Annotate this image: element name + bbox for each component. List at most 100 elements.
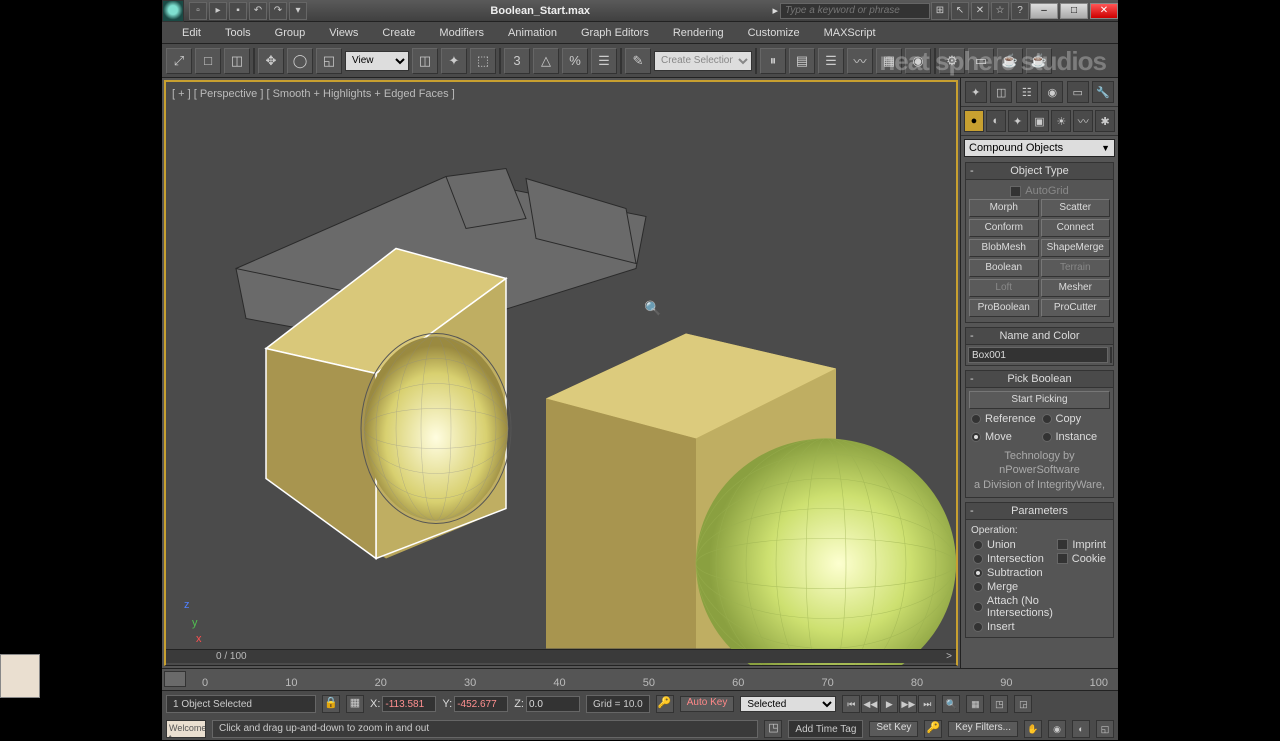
nav-icon-3[interactable]: ◳ — [990, 695, 1008, 713]
btn-blobmesh[interactable]: BlobMesh — [969, 239, 1039, 257]
btn-conform[interactable]: Conform — [969, 219, 1039, 237]
menu-maxscript[interactable]: MAXScript — [812, 27, 888, 39]
manip-icon[interactable]: ✦ — [441, 48, 467, 74]
nav-icon-2[interactable]: ▦ — [966, 695, 984, 713]
nav-pan-icon[interactable]: ✋ — [1024, 720, 1042, 738]
radio-move[interactable] — [971, 432, 981, 442]
curve-icon[interactable]: 〰 — [847, 48, 873, 74]
menu-rendering[interactable]: Rendering — [661, 27, 736, 39]
star-icon[interactable]: ☆ — [991, 2, 1009, 20]
maximize-button[interactable]: □ — [1060, 3, 1088, 19]
object-type-header[interactable]: Object Type — [1010, 165, 1069, 177]
help-icon[interactable]: ⊞ — [931, 2, 949, 20]
lights-icon[interactable]: ✦ — [1008, 110, 1028, 132]
x-input[interactable] — [382, 696, 436, 712]
shapes-icon[interactable]: ◐ — [986, 110, 1006, 132]
undo-icon[interactable]: ↶ — [249, 2, 267, 20]
btn-procutter[interactable]: ProCutter — [1041, 299, 1111, 317]
scale-icon[interactable]: ◱ — [316, 48, 342, 74]
menu-group[interactable]: Group — [263, 27, 318, 39]
menu-grapheditors[interactable]: Graph Editors — [569, 27, 661, 39]
radio-intersection[interactable] — [973, 554, 983, 564]
abs-icon[interactable]: ▦ — [346, 695, 364, 713]
btn-start-picking[interactable]: Start Picking — [969, 391, 1110, 409]
geometry-icon[interactable]: ● — [964, 110, 984, 132]
minimize-button[interactable]: – — [1030, 3, 1058, 19]
open-icon[interactable]: ▸ — [209, 2, 227, 20]
parameters-header[interactable]: Parameters — [1011, 505, 1068, 517]
next-frame-icon[interactable]: ▶▶ — [899, 695, 917, 713]
new-icon[interactable]: ▫ — [189, 2, 207, 20]
z-input[interactable] — [526, 696, 580, 712]
snap-icon[interactable]: 3 — [504, 48, 530, 74]
utilities-tab-icon[interactable]: 🔧 — [1092, 81, 1114, 103]
radio-subtraction[interactable] — [973, 568, 983, 578]
unlink-icon[interactable]: □ — [195, 48, 221, 74]
nav-max-icon[interactable]: ◱ — [1096, 720, 1114, 738]
chk-cookie[interactable] — [1057, 553, 1068, 564]
spacewarps-icon[interactable]: 〰 — [1073, 110, 1093, 132]
close-button[interactable]: ✕ — [1090, 3, 1118, 19]
hammer-icon[interactable]: ✕ — [971, 2, 989, 20]
btn-terrain[interactable]: Terrain — [1041, 259, 1111, 277]
radio-attach[interactable] — [973, 602, 983, 612]
goto-start-icon[interactable]: ⏮ — [842, 695, 860, 713]
helpers-icon[interactable]: ☀ — [1051, 110, 1071, 132]
pivot-icon[interactable]: ◫ — [412, 48, 438, 74]
named-sel-icon[interactable]: ✎ — [625, 48, 651, 74]
viewport[interactable]: [ + ] [ Perspective ] [ Smooth + Highlig… — [164, 80, 958, 666]
btn-shapemerge[interactable]: ShapeMerge — [1041, 239, 1111, 257]
btn-morph[interactable]: Morph — [969, 199, 1039, 217]
goto-end-icon[interactable]: ⏭ — [918, 695, 936, 713]
setkey-button[interactable]: Set Key — [869, 721, 918, 737]
nav-icon-1[interactable]: 🔍 — [942, 695, 960, 713]
motion-tab-icon[interactable]: ◉ — [1041, 81, 1063, 103]
btn-scatter[interactable]: Scatter — [1041, 199, 1111, 217]
menu-modifiers[interactable]: Modifiers — [427, 27, 496, 39]
menu-edit[interactable]: Edit — [170, 27, 213, 39]
add-time-tag[interactable]: Add Time Tag — [788, 720, 863, 738]
search-input[interactable] — [780, 3, 930, 19]
lock-icon[interactable]: 🔒 — [322, 695, 340, 713]
named-sel-select[interactable]: Create Selection Se — [654, 51, 752, 71]
keyboard-icon[interactable]: ⬚ — [470, 48, 496, 74]
menu-customize[interactable]: Customize — [736, 27, 812, 39]
name-color-header[interactable]: Name and Color — [999, 330, 1079, 342]
menu-animation[interactable]: Animation — [496, 27, 569, 39]
create-tab-icon[interactable]: ✦ — [965, 81, 987, 103]
color-swatch[interactable] — [1110, 347, 1112, 363]
btn-loft[interactable]: Loft — [969, 279, 1039, 297]
menu-tools[interactable]: Tools — [213, 27, 263, 39]
key-mode-select[interactable]: Selected — [740, 696, 836, 712]
autokey-button[interactable]: Auto Key — [680, 696, 735, 712]
radio-union[interactable] — [973, 540, 983, 550]
y-input[interactable] — [454, 696, 508, 712]
btn-boolean[interactable]: Boolean — [969, 259, 1039, 277]
display-tab-icon[interactable]: ▭ — [1067, 81, 1089, 103]
mirror-icon[interactable]: ⏸ — [760, 48, 786, 74]
move-icon[interactable]: ✥ — [258, 48, 284, 74]
radio-instance[interactable] — [1042, 432, 1052, 442]
systems-icon[interactable]: ✱ — [1095, 110, 1115, 132]
autogrid-checkbox[interactable] — [1010, 186, 1021, 197]
info-icon[interactable]: ? — [1011, 2, 1029, 20]
key-icon[interactable]: 🔑 — [656, 695, 674, 713]
cameras-icon[interactable]: ▣ — [1030, 110, 1050, 132]
btn-proboolean[interactable]: ProBoolean — [969, 299, 1039, 317]
radio-reference[interactable] — [971, 414, 981, 424]
nav-fov-icon[interactable]: ◐ — [1072, 720, 1090, 738]
percent-snap-icon[interactable]: % — [562, 48, 588, 74]
time-slider[interactable]: 0102030405060708090100 — [162, 669, 1118, 691]
spinner-snap-icon[interactable]: ☰ — [591, 48, 617, 74]
viewport-label[interactable]: [ + ] [ Perspective ] [ Smooth + Highlig… — [172, 88, 455, 100]
radio-merge[interactable] — [973, 582, 983, 592]
nav-icon-4[interactable]: ◲ — [1014, 695, 1032, 713]
menu-create[interactable]: Create — [370, 27, 427, 39]
arrow-icon[interactable]: ↖ — [951, 2, 969, 20]
layer-icon[interactable]: ☰ — [818, 48, 844, 74]
redo-icon[interactable]: ↷ — [269, 2, 287, 20]
maxscript-prompt[interactable]: Welcome t — [166, 720, 206, 738]
align-icon[interactable]: ▤ — [789, 48, 815, 74]
play-icon[interactable]: ▶ — [880, 695, 898, 713]
chk-imprint[interactable] — [1057, 539, 1068, 550]
